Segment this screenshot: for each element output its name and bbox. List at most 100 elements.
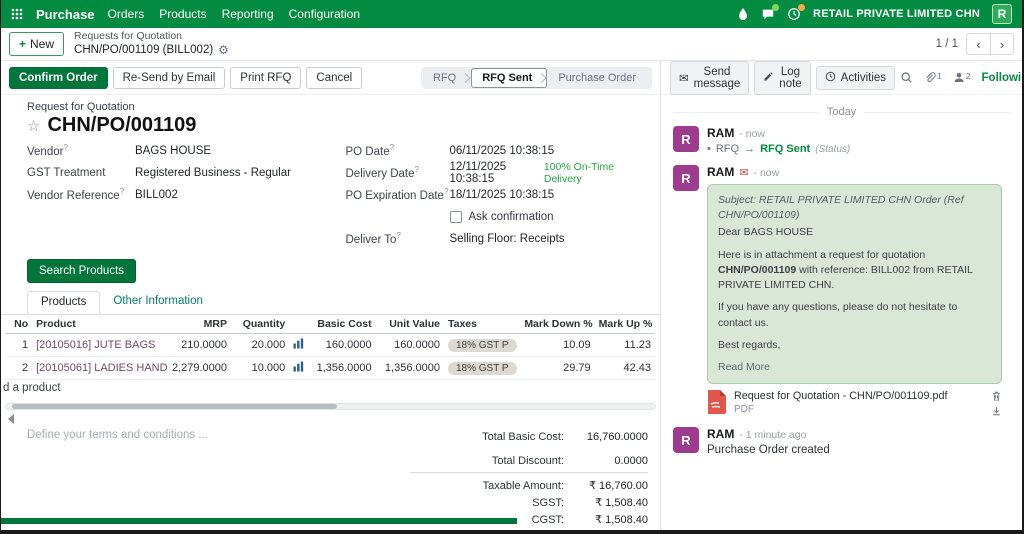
product-link[interactable]: [20105016] JUTE BAGS [36,339,155,351]
paperclip-icon[interactable]: 1 [924,71,942,84]
status-bar: RFQ RFQ Sent Purchase Order [420,66,652,89]
product-link[interactable]: [20105061] LADIES HAND BAG [36,362,167,374]
status-purchase-order[interactable]: Purchase Order [547,68,651,88]
row-mark-down[interactable]: 29.79 [520,356,595,380]
taxable-amount-label: Taxable Amount: [482,479,564,492]
pager-next-button[interactable]: › [990,33,1014,55]
pager-prev-button[interactable]: ‹ [966,33,990,55]
status-tracking: • RFQ → RFQ Sent (Status) [707,143,851,155]
deliver-to-value[interactable]: Selling Floor: Receipts [450,233,565,245]
message-author[interactable]: RAM [707,126,734,140]
row-unit-value[interactable]: 160.0000 [375,333,444,357]
activities-button[interactable]: Activities [815,65,896,90]
sgst-label: SGST: [532,496,564,509]
row-mrp[interactable]: 2,279.0000 [166,356,232,380]
add-product-link[interactable]: d a product [1,382,660,397]
form-toolbar: Confirm Order Re-Send by Email Print RFQ… [1,61,660,95]
menu-products[interactable]: Products [159,7,206,21]
delivery-date-value[interactable]: 12/11/2025 10:38:15 [450,161,544,185]
forecast-icon[interactable] [293,361,304,375]
table-row[interactable]: 2 [20105061] LADIES HAND BAG 2,279.0000 … [6,356,655,380]
search-products-button[interactable]: Search Products [27,259,137,283]
delete-icon[interactable] [991,390,1002,402]
avatar[interactable]: R [673,427,699,454]
following-toggle[interactable]: Following [982,72,1022,84]
tab-products[interactable]: Products [27,291,101,314]
breadcrumb: Requests for Quotation CHN/PO/001109 (BI… [74,30,229,58]
followers-icon[interactable]: 2 [953,71,971,84]
taxable-amount-value: ₹ 16,760.00 [589,480,648,492]
print-rfq-button[interactable]: Print RFQ [230,66,302,89]
row-quantity[interactable]: 20.000 [231,333,290,357]
breadcrumb-parent[interactable]: Requests for Quotation [74,30,229,43]
new-button[interactable]: + New [9,32,65,56]
po-date-value[interactable]: 06/11/2025 10:38:15 [450,145,555,157]
message-time: - 1 minute ago [739,429,807,442]
attachment-name[interactable]: Request for Quotation - CHN/PO/001109.pd… [734,390,984,402]
download-icon[interactable] [991,405,1002,417]
message-author[interactable]: RAM [707,165,734,179]
notebook-tabs: Products Other Information [1,291,660,315]
confirm-order-button[interactable]: Confirm Order [9,66,108,89]
tab-other-information[interactable]: Other Information [100,291,215,314]
gst-treatment-value[interactable]: Registered Business - Regular [135,167,291,179]
message-author[interactable]: RAM [707,427,734,441]
avatar[interactable]: R [673,126,699,152]
send-message-label: Send message [693,65,741,90]
status-rfq-sent[interactable]: RFQ Sent [471,67,548,88]
tax-badge[interactable]: 18% GST P [447,338,517,352]
avatar[interactable]: R [673,165,699,191]
menu-reporting[interactable]: Reporting [222,7,274,21]
row-quantity[interactable]: 10.000 [231,356,290,380]
log-note-button[interactable]: Log note [754,61,811,95]
status-rfq[interactable]: RFQ [422,68,471,88]
control-panel: + New Requests for Quotation CHN/PO/0011… [1,28,1022,61]
plus-icon: + [19,37,27,51]
horizontal-scrollbar[interactable] [5,403,656,410]
row-basic-cost[interactable]: 160.0000 [309,333,376,357]
po-expiration-value[interactable]: 18/11/2025 10:38:15 [450,189,555,201]
scrollbar-thumb[interactable] [12,404,337,409]
activities-clock-icon[interactable] [787,4,806,21]
scroll-left-icon[interactable] [7,413,660,424]
send-message-button[interactable]: ✉ Send message [670,61,750,95]
search-icon[interactable] [900,71,913,84]
table-row[interactable]: 1 [20105016] JUTE BAGS 210.0000 20.000 1… [6,333,655,357]
row-mark-up[interactable]: 42.43 [594,356,655,380]
row-mrp[interactable]: 210.0000 [166,333,232,357]
col-forecast [289,315,310,334]
message-time: - now [753,167,780,179]
row-basic-cost[interactable]: 1,356.0000 [309,356,376,380]
favorite-star-icon[interactable]: ☆ [27,117,40,135]
vendor-reference-value[interactable]: BILL002 [135,189,178,201]
row-unit-value[interactable]: 1,356.0000 [375,356,444,380]
row-mark-down[interactable]: 10.09 [520,333,595,357]
vendor-value[interactable]: BAGS HOUSE [135,145,211,157]
today-divider: Today [673,106,1011,118]
email-subject: Subject: RETAIL PRIVATE LIMITED CHN Orde… [718,194,964,222]
droplet-icon[interactable] [737,7,749,21]
attachment-card[interactable]: Request for Quotation - CHN/PO/001109.pd… [707,390,1002,417]
forecast-icon[interactable] [293,338,304,352]
mail-sent-icon: ✉ [739,167,749,179]
po-expiration-label: PO Expiration Date? [345,187,449,202]
read-more-link[interactable]: Read More [718,361,770,373]
row-mark-up[interactable]: 11.23 [594,333,655,357]
user-avatar[interactable]: R [992,4,1012,24]
messages-icon[interactable] [761,4,780,21]
cancel-button[interactable]: Cancel [306,66,363,89]
tax-badge[interactable]: 18% GST P [447,361,517,375]
attachment-count: 1 [937,71,942,81]
pager: 1 / 1 ‹ › [936,33,1014,55]
resend-email-button[interactable]: Re-Send by Email [112,66,226,89]
total-basic-label: Total Basic Cost: [482,430,564,443]
app-name[interactable]: Purchase [36,7,95,22]
menu-orders[interactable]: Orders [108,7,145,21]
apps-grid-icon[interactable] [11,8,23,20]
chatter-message: R RAM - 1 minute ago Purchase Order crea… [661,427,1022,456]
company-name[interactable]: RETAIL PRIVATE LIMITED CHN [813,8,980,20]
col-mrp: MRP [166,315,232,334]
ask-confirmation-checkbox[interactable] [449,210,462,223]
gear-icon[interactable]: ⚙ [218,43,229,58]
menu-configuration[interactable]: Configuration [289,7,360,21]
